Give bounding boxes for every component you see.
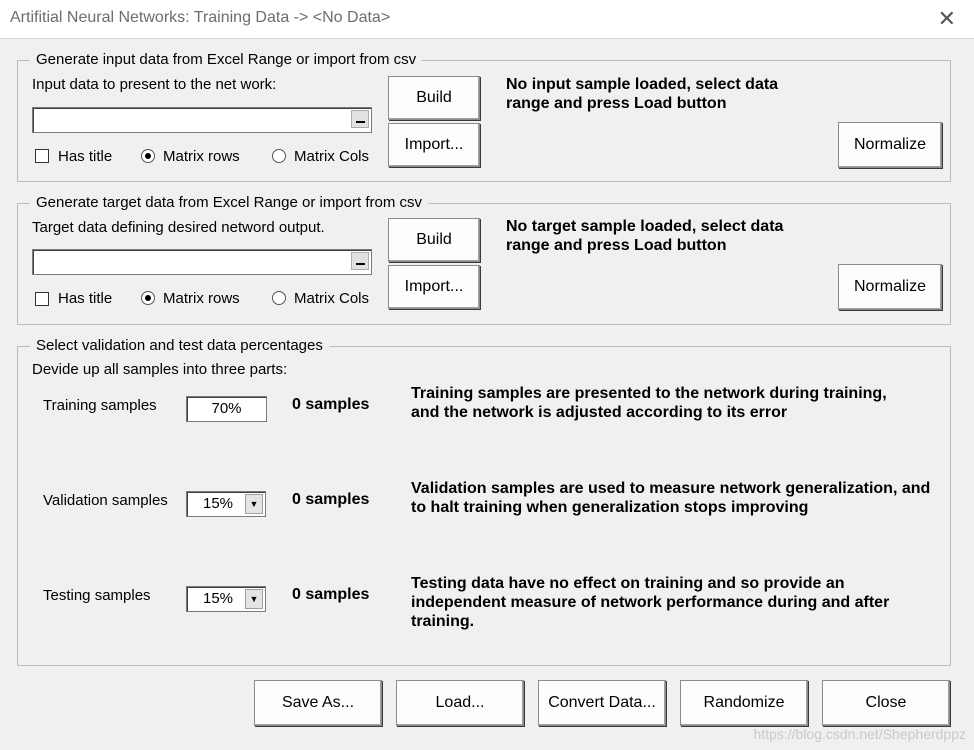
testing-count: 0 samples: [292, 586, 370, 603]
split-group-legend: Select validation and test data percenta…: [30, 337, 329, 354]
target-import-button[interactable]: Import...: [388, 265, 480, 309]
input-range-field[interactable]: [32, 107, 372, 133]
input-matrix-cols-label: Matrix Cols: [294, 148, 370, 165]
load-button[interactable]: Load...: [396, 680, 524, 726]
input-group-legend: Generate input data from Excel Range or …: [30, 51, 423, 68]
testing-percent-value: 15%: [203, 590, 234, 607]
training-description: Training samples are presented to the ne…: [411, 385, 887, 421]
input-matrix-cols-radio[interactable]: [272, 149, 286, 163]
input-matrix-rows-label: Matrix rows: [163, 148, 240, 165]
watermark: https://blog.csdn.net/Shepherdppz: [753, 726, 966, 742]
input-has-title-label: Has title: [58, 148, 113, 165]
input-prompt: Input data to present to the net work:: [32, 76, 277, 93]
convert-data-button[interactable]: Convert Data...: [538, 680, 666, 726]
target-matrix-rows-radio[interactable]: [141, 291, 155, 305]
testing-label: Testing samples: [43, 587, 151, 604]
input-matrix-rows-radio[interactable]: [141, 149, 155, 163]
training-percent-field[interactable]: 70%: [186, 396, 267, 422]
target-matrix-rows-label: Matrix rows: [163, 290, 240, 307]
target-has-title-checkbox[interactable]: [35, 292, 49, 306]
training-percent-value: 70%: [211, 400, 242, 417]
close-button[interactable]: Close: [822, 680, 950, 726]
input-normalize-button[interactable]: Normalize: [838, 122, 942, 168]
split-prompt: Devide up all samples into three parts:: [32, 361, 288, 378]
target-normalize-button[interactable]: Normalize: [838, 264, 942, 310]
save-as-button[interactable]: Save As...: [254, 680, 382, 726]
validation-percent-select[interactable]: 15% ▼: [186, 491, 266, 517]
validation-label: Validation samples: [43, 492, 168, 509]
target-build-button[interactable]: Build: [388, 218, 480, 262]
chevron-down-icon[interactable]: ▼: [245, 494, 263, 514]
chevron-down-icon[interactable]: ▼: [245, 589, 263, 609]
validation-description: Validation samples are used to measure n…: [411, 480, 931, 516]
target-group-legend: Generate target data from Excel Range or…: [30, 194, 428, 211]
target-prompt: Target data defining desired netword out…: [32, 219, 325, 236]
randomize-button[interactable]: Randomize: [680, 680, 808, 726]
title-bar: Artifitial Neural Networks: Training Dat…: [0, 0, 974, 39]
range-select-icon[interactable]: [351, 252, 369, 270]
target-status-text: No target sample loaded, select data ran…: [506, 218, 784, 254]
testing-percent-select[interactable]: 15% ▼: [186, 586, 266, 612]
training-label: Training samples: [43, 397, 157, 414]
input-build-button[interactable]: Build: [388, 76, 480, 120]
training-count: 0 samples: [292, 396, 370, 413]
validation-count: 0 samples: [292, 491, 370, 508]
target-has-title-label: Has title: [58, 290, 113, 307]
window-title: Artifitial Neural Networks: Training Dat…: [10, 9, 391, 26]
input-import-button[interactable]: Import...: [388, 123, 480, 167]
target-matrix-cols-label: Matrix Cols: [294, 290, 370, 307]
target-matrix-cols-radio[interactable]: [272, 291, 286, 305]
range-select-icon[interactable]: [351, 110, 369, 128]
testing-description: Testing data have no effect on training …: [411, 575, 890, 630]
target-range-field[interactable]: [32, 249, 372, 275]
validation-percent-value: 15%: [203, 495, 234, 512]
input-has-title-checkbox[interactable]: [35, 149, 49, 163]
input-status-text: No input sample loaded, select data rang…: [506, 76, 779, 112]
close-icon[interactable]: ✕: [938, 6, 956, 32]
